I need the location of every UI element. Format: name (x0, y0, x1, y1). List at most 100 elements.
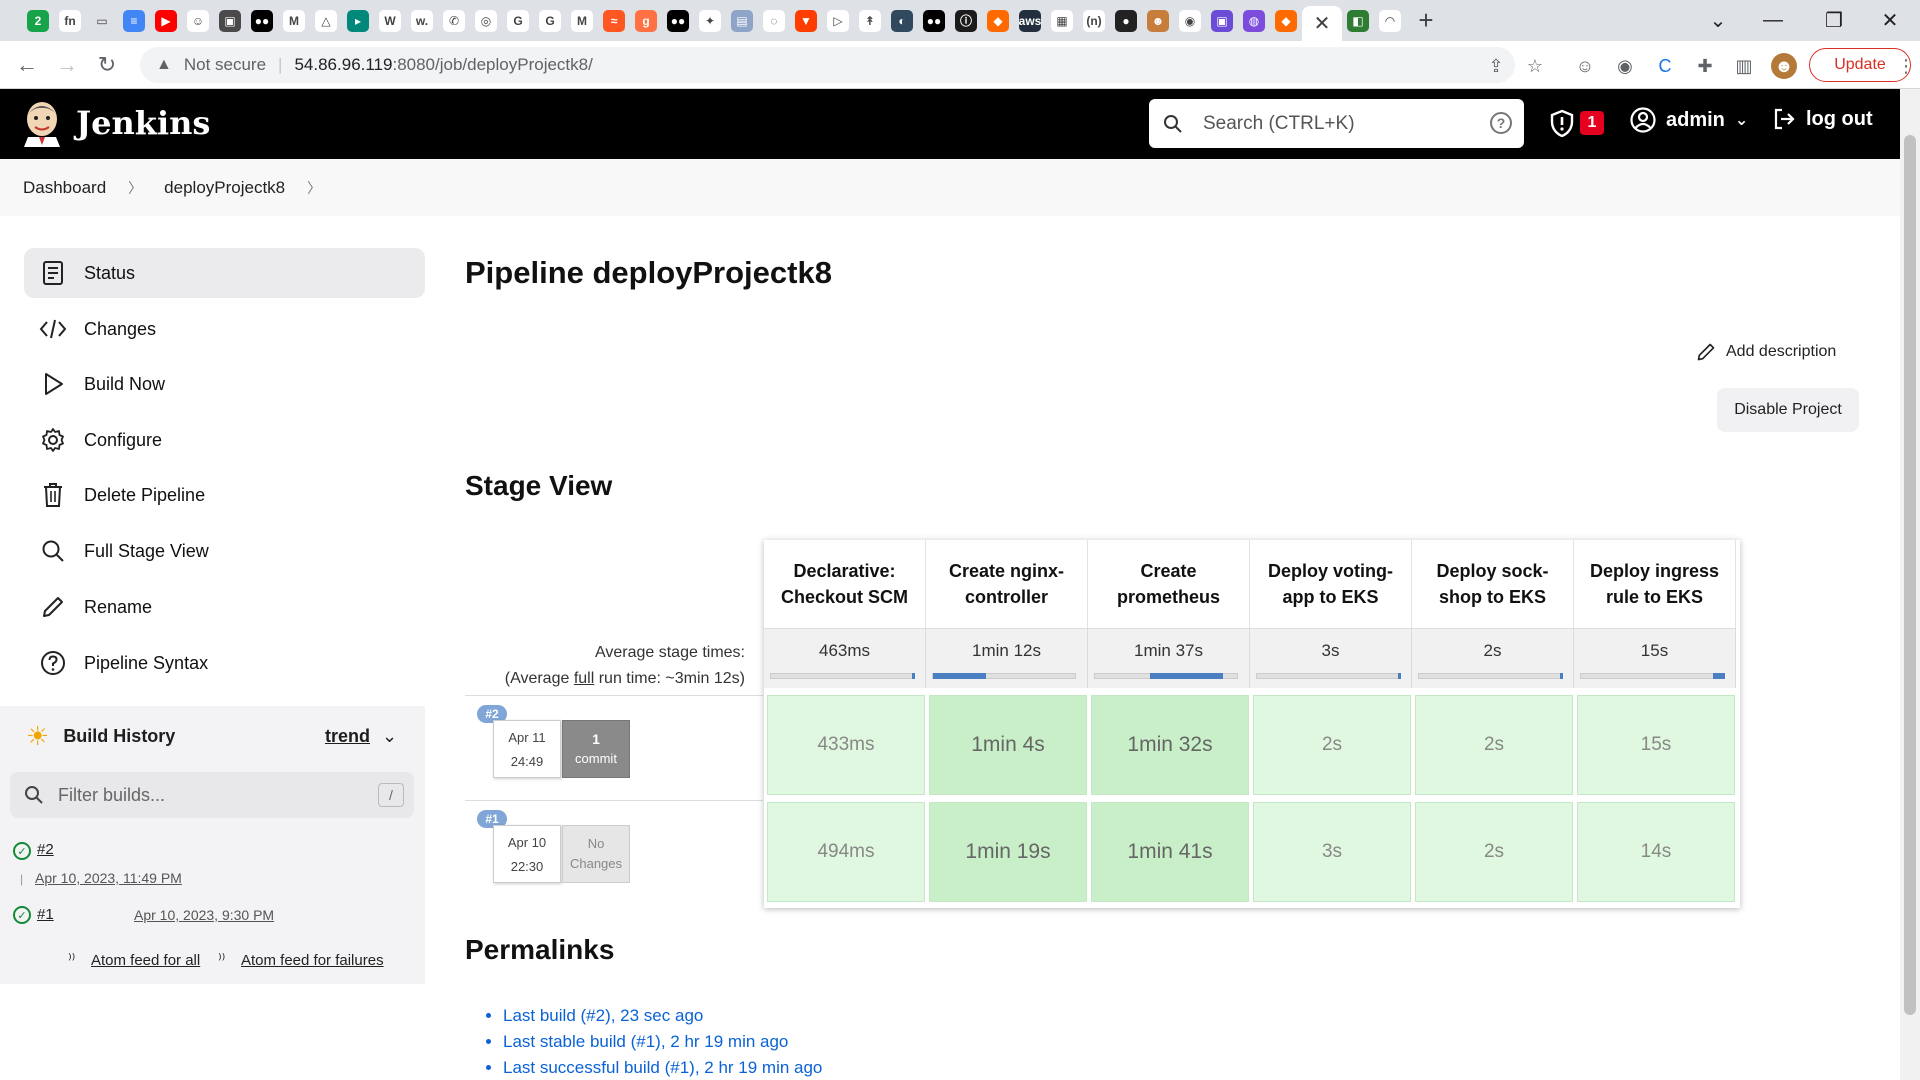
address-bar[interactable]: ▲ Not secure | 54.86.96.119:8080/job/dep… (140, 47, 1515, 83)
security-alerts[interactable]: 1 (1550, 109, 1604, 137)
stage-run-cell[interactable]: 2s (1415, 802, 1573, 902)
atom-feed-all-link[interactable]: Atom feed for all (91, 952, 200, 969)
stage-run-cell[interactable]: 14s (1577, 802, 1735, 902)
stage-run-cell[interactable]: 1min 4s (929, 695, 1087, 795)
browser-tab[interactable]: ≈ (598, 0, 630, 41)
browser-tab[interactable]: ◠ (1374, 0, 1406, 41)
user-menu[interactable]: admin ⌄ (1630, 107, 1748, 133)
browser-tab[interactable]: ◧ (1342, 0, 1374, 41)
close-tab-icon[interactable]: ✕ (1314, 11, 1331, 36)
run-changes-box[interactable]: 1 commit (562, 720, 630, 778)
sidebar-item-delete-pipeline[interactable]: Delete Pipeline (24, 470, 425, 520)
browser-tab[interactable]: ● (1110, 0, 1142, 41)
run-changes-box[interactable]: No Changes (562, 825, 630, 883)
browser-tab[interactable]: ✦ (694, 0, 726, 41)
browser-tab[interactable]: 2 (22, 0, 54, 41)
permalink-text[interactable]: Last stable build (#1), 2 hr 19 min ago (503, 1032, 788, 1051)
browser-tab[interactable]: ◍ (1238, 0, 1270, 41)
chrome-menu-icon[interactable]: ⋮ (1897, 53, 1915, 79)
add-description-link[interactable]: Add description (1696, 342, 1836, 362)
close-window-icon[interactable]: ✕ (1862, 0, 1918, 41)
stage-run-cell[interactable]: 1min 32s (1091, 695, 1249, 795)
browser-tab[interactable]: ▣ (1206, 0, 1238, 41)
stage-run-cell[interactable]: 494ms (767, 802, 925, 902)
tab-search-chevron-icon[interactable]: ⌄ (1690, 0, 1746, 41)
filter-builds-input[interactable]: Filter builds... / (10, 772, 414, 818)
sidebar-item-full-stage-view[interactable]: Full Stage View (24, 526, 425, 576)
new-tab-button[interactable]: + (1406, 5, 1446, 36)
active-tab[interactable]: ✕ (1302, 6, 1342, 41)
scrollbar-thumb[interactable] (1904, 135, 1916, 1015)
browser-tab[interactable]: ▭ (86, 0, 118, 41)
browser-tab[interactable]: G (534, 0, 566, 41)
build-number-link[interactable]: #2 (37, 841, 54, 858)
trend-link[interactable]: trend (325, 726, 370, 747)
forward-arrow-icon[interactable]: → (49, 47, 85, 83)
browser-tab[interactable]: W (374, 0, 406, 41)
browser-tab[interactable]: △ (310, 0, 342, 41)
browser-tab[interactable]: ☺ (182, 0, 214, 41)
permalink-text[interactable]: Last successful build (#1), 2 hr 19 min … (503, 1058, 822, 1077)
page-scrollbar[interactable] (1900, 89, 1920, 1080)
browser-tab[interactable]: ▷ (822, 0, 854, 41)
browser-tab[interactable]: g (630, 0, 662, 41)
breadcrumb-project[interactable]: deployProjectk8 (164, 178, 285, 198)
restore-window-icon[interactable]: ❐ (1806, 0, 1862, 41)
share-icon[interactable]: ⇪ (1483, 53, 1509, 79)
browser-tab[interactable]: ▦ (1046, 0, 1078, 41)
build-date-link[interactable]: Apr 10, 2023, 11:49 PM (35, 870, 182, 886)
browser-tab[interactable]: ↟ (854, 0, 886, 41)
jenkins-home-link[interactable]: Jenkins (22, 99, 210, 147)
browser-tab[interactable]: ◌ (758, 0, 790, 41)
browser-tab[interactable]: ▼ (790, 0, 822, 41)
browser-tab[interactable]: ⓘ (950, 0, 982, 41)
browser-tab[interactable]: ≡ (118, 0, 150, 41)
browser-tab[interactable]: ◆ (1270, 0, 1302, 41)
back-arrow-icon[interactable]: ← (9, 47, 45, 83)
stage-run-cell[interactable]: 1min 41s (1091, 802, 1249, 902)
minimize-window-icon[interactable]: — (1745, 0, 1801, 41)
sidebar-item-status[interactable]: Status (24, 248, 425, 298)
grammarly-icon[interactable]: ◉ (1612, 53, 1638, 79)
permalink-last-successful-build[interactable]: Last successful build (#1), 2 hr 19 min … (503, 1055, 822, 1080)
chrome-update-button[interactable]: Update (1809, 48, 1911, 82)
browser-tab[interactable]: ☻ (1142, 0, 1174, 41)
browser-tab[interactable]: ◆ (982, 0, 1014, 41)
permalink-text[interactable]: Last build (#2), 23 sec ago (503, 1006, 703, 1025)
extensions-puzzle-icon[interactable]: ✚ (1692, 53, 1718, 79)
browser-tab[interactable]: (n) (1078, 0, 1110, 41)
browser-tab[interactable]: w. (406, 0, 438, 41)
sidebar-item-changes[interactable]: Changes (24, 304, 425, 354)
stage-run-cell[interactable]: 1min 19s (929, 802, 1087, 902)
browser-tab[interactable]: ◐ (886, 0, 918, 41)
breadcrumb-dashboard[interactable]: Dashboard (23, 178, 106, 198)
browser-tab[interactable]: ▤ (726, 0, 758, 41)
stage-run-cell[interactable]: 3s (1253, 802, 1411, 902)
browser-tab[interactable]: ▸ (342, 0, 374, 41)
stage-run-cell[interactable]: 2s (1253, 695, 1411, 795)
stage-run-cell[interactable]: 433ms (767, 695, 925, 795)
permalink-last-stable-build[interactable]: Last stable build (#1), 2 hr 19 min ago (503, 1029, 822, 1055)
chevron-down-icon[interactable]: ⌄ (382, 726, 397, 747)
sidebar-item-pipeline-syntax[interactable]: Pipeline Syntax (24, 638, 425, 688)
browser-tab[interactable]: ●● (662, 0, 694, 41)
disable-project-button[interactable]: Disable Project (1717, 388, 1859, 432)
build-date-link[interactable]: Apr 10, 2023, 9:30 PM (134, 907, 274, 923)
extension-c-icon[interactable]: C (1652, 53, 1678, 79)
browser-tab[interactable]: ◉ (1174, 0, 1206, 41)
side-panel-icon[interactable]: ▥ (1731, 53, 1757, 79)
chevron-right-icon[interactable]: 〉 (128, 178, 142, 198)
browser-tab[interactable]: ✆ (438, 0, 470, 41)
browser-tab[interactable]: fn (54, 0, 86, 41)
browser-tab[interactable]: ▶ (150, 0, 182, 41)
profile-avatar[interactable]: ☻ (1771, 53, 1797, 79)
full-run-link[interactable]: full (574, 670, 594, 687)
reload-icon[interactable]: ↻ (89, 47, 125, 83)
browser-tab[interactable]: M (566, 0, 598, 41)
permalink-last-build[interactable]: Last build (#2), 23 sec ago (503, 1003, 822, 1029)
sidebar-item-rename[interactable]: Rename (24, 582, 425, 632)
jenkins-search[interactable]: Search (CTRL+K) ? (1149, 99, 1524, 148)
browser-tab[interactable]: ▣ (214, 0, 246, 41)
browser-tab[interactable]: ●● (246, 0, 278, 41)
stage-run-cell[interactable]: 2s (1415, 695, 1573, 795)
